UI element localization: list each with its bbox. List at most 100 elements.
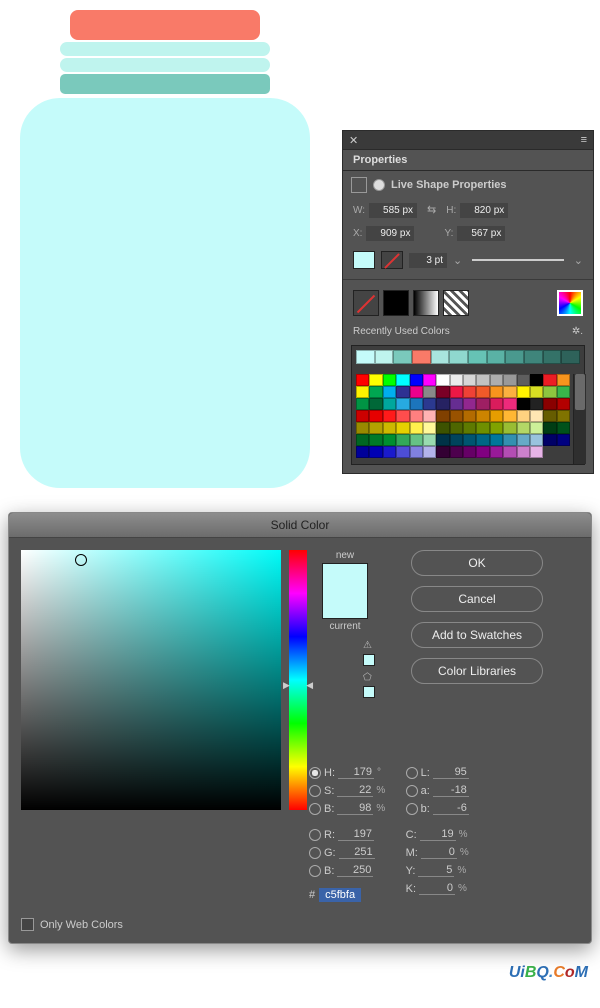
recent-swatch[interactable] bbox=[393, 350, 412, 364]
palette-swatch[interactable] bbox=[410, 434, 423, 446]
palette-swatch[interactable] bbox=[423, 422, 436, 434]
palette-swatch[interactable] bbox=[517, 422, 530, 434]
palette-swatch[interactable] bbox=[476, 398, 489, 410]
palette-swatch[interactable] bbox=[356, 410, 369, 422]
sat-radio[interactable] bbox=[309, 785, 321, 797]
palette-swatch[interactable] bbox=[463, 398, 476, 410]
width-input[interactable]: 585 px bbox=[369, 203, 417, 218]
palette-swatch[interactable] bbox=[463, 446, 476, 458]
hue-radio[interactable] bbox=[309, 767, 321, 779]
palette-swatch[interactable] bbox=[463, 386, 476, 398]
palette-swatch[interactable] bbox=[530, 446, 543, 458]
gamut-swatch[interactable] bbox=[363, 654, 375, 666]
palette-swatch[interactable] bbox=[476, 422, 489, 434]
color-libraries-button[interactable]: Color Libraries bbox=[411, 658, 543, 684]
color-field-cursor[interactable] bbox=[75, 554, 87, 566]
palette-swatch[interactable] bbox=[383, 446, 396, 458]
palette-swatch[interactable] bbox=[383, 398, 396, 410]
palette-swatch[interactable] bbox=[410, 386, 423, 398]
h-input[interactable]: 179 bbox=[338, 766, 374, 779]
palette-swatch[interactable] bbox=[476, 410, 489, 422]
palette-swatch[interactable] bbox=[410, 422, 423, 434]
fill-gradient-button[interactable] bbox=[413, 290, 439, 316]
palette-swatch[interactable] bbox=[530, 374, 543, 386]
x-input[interactable]: 909 px bbox=[366, 226, 414, 241]
palette-swatch[interactable] bbox=[396, 434, 409, 446]
palette-swatch[interactable] bbox=[383, 386, 396, 398]
palette-swatch[interactable] bbox=[396, 398, 409, 410]
palette-swatch[interactable] bbox=[369, 410, 382, 422]
k-input[interactable]: 0 bbox=[419, 882, 455, 895]
palette-swatch[interactable] bbox=[530, 434, 543, 446]
warning-icon[interactable]: ⚠ bbox=[363, 638, 375, 654]
palette-swatch[interactable] bbox=[530, 386, 543, 398]
palette-swatch[interactable] bbox=[450, 422, 463, 434]
palette-swatch[interactable] bbox=[463, 410, 476, 422]
palette-swatch[interactable] bbox=[557, 398, 570, 410]
palette-swatch[interactable] bbox=[503, 422, 516, 434]
palette-swatch[interactable] bbox=[557, 386, 570, 398]
palette-swatch[interactable] bbox=[463, 422, 476, 434]
hue-slider-thumb[interactable]: ▶◀ bbox=[283, 680, 313, 691]
palette-swatch[interactable] bbox=[423, 446, 436, 458]
palette-swatch[interactable] bbox=[503, 386, 516, 398]
r-radio[interactable] bbox=[309, 829, 321, 841]
palette-swatch[interactable] bbox=[423, 374, 436, 386]
cancel-button[interactable]: Cancel bbox=[411, 586, 543, 612]
recent-swatch[interactable] bbox=[487, 350, 506, 364]
a-radio[interactable] bbox=[406, 785, 418, 797]
palette-swatch[interactable] bbox=[356, 386, 369, 398]
palette-swatch[interactable] bbox=[543, 374, 556, 386]
palette-scrollbar[interactable] bbox=[573, 374, 586, 464]
y-input[interactable]: 567 px bbox=[457, 226, 505, 241]
palette-swatch[interactable] bbox=[396, 386, 409, 398]
palette-swatch[interactable] bbox=[423, 410, 436, 422]
recent-swatch[interactable] bbox=[561, 350, 580, 364]
palette-swatch[interactable] bbox=[423, 434, 436, 446]
palette-swatch[interactable] bbox=[490, 386, 503, 398]
palette-swatch[interactable] bbox=[423, 398, 436, 410]
palette-swatch[interactable] bbox=[356, 446, 369, 458]
palette-swatch[interactable] bbox=[463, 374, 476, 386]
c-input[interactable]: 19 bbox=[420, 828, 456, 841]
gear-icon[interactable]: ✲. bbox=[572, 326, 583, 337]
palette-swatch[interactable] bbox=[490, 398, 503, 410]
recent-swatch[interactable] bbox=[431, 350, 450, 364]
color-picker-button[interactable] bbox=[557, 290, 583, 316]
l-input[interactable]: 95 bbox=[433, 766, 469, 779]
s-input[interactable]: 22 bbox=[337, 784, 373, 797]
scroll-thumb[interactable] bbox=[575, 374, 585, 410]
recent-swatch[interactable] bbox=[524, 350, 543, 364]
palette-swatch[interactable] bbox=[490, 410, 503, 422]
palette-swatch[interactable] bbox=[450, 374, 463, 386]
panel-menu-icon[interactable]: ≡ bbox=[581, 134, 587, 146]
g-input[interactable]: 251 bbox=[339, 846, 375, 859]
palette-swatch[interactable] bbox=[436, 422, 449, 434]
palette-swatch[interactable] bbox=[476, 374, 489, 386]
palette-swatch[interactable] bbox=[436, 410, 449, 422]
palette-swatch[interactable] bbox=[543, 422, 556, 434]
recent-swatch[interactable] bbox=[449, 350, 468, 364]
palette-swatch[interactable] bbox=[396, 422, 409, 434]
palette-swatch[interactable] bbox=[423, 386, 436, 398]
palette-swatch[interactable] bbox=[517, 374, 530, 386]
palette-swatch[interactable] bbox=[543, 398, 556, 410]
palette-swatch[interactable] bbox=[369, 434, 382, 446]
a-input[interactable]: -18 bbox=[433, 784, 469, 797]
stroke-style-preview[interactable] bbox=[472, 259, 564, 261]
fill-solid-button[interactable] bbox=[383, 290, 409, 316]
palette-swatch[interactable] bbox=[543, 410, 556, 422]
palette-swatch[interactable] bbox=[356, 374, 369, 386]
palette-swatch[interactable] bbox=[383, 410, 396, 422]
palette-swatch[interactable] bbox=[436, 434, 449, 446]
labb-radio[interactable] bbox=[406, 803, 418, 815]
recent-swatch[interactable] bbox=[412, 350, 431, 364]
color-field[interactable] bbox=[21, 550, 281, 810]
palette-swatch[interactable] bbox=[369, 374, 382, 386]
palette-swatch[interactable] bbox=[503, 434, 516, 446]
palette-swatch[interactable] bbox=[436, 446, 449, 458]
recent-swatch[interactable] bbox=[468, 350, 487, 364]
palette-swatch[interactable] bbox=[517, 434, 530, 446]
l-radio[interactable] bbox=[406, 767, 418, 779]
palette-swatch[interactable] bbox=[383, 374, 396, 386]
